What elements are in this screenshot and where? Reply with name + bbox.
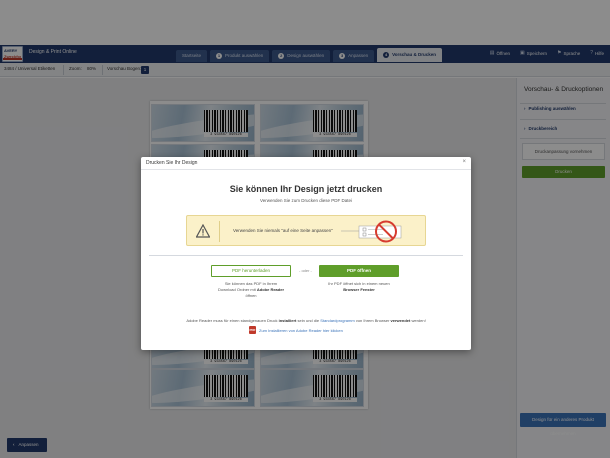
dialog-title: Drucken Sie Ihr Design [146,160,198,166]
open-desc-bold: Browser Fenster [343,287,375,292]
adobe-reader-note: Adobe Reader muss für einen standgenauen… [141,318,471,323]
no-fit-to-page-icon [341,220,402,243]
app-window: AVERY Zweckform Design & Print Online St… [0,0,610,458]
note-text: sein und die [297,318,320,323]
dialog-divider [149,255,463,256]
download-desc-line: Sie können das PDF in Ihrem [224,281,278,286]
open-desc-line: Ihr PDF öffnet sich in einem neuen [328,281,390,286]
note-bold: verwendet [390,318,411,323]
download-desc-line: Download Ordner mit [217,287,256,292]
install-link-label: Zum Installieren von Adobe Reader hier k… [259,327,343,333]
download-desc-line: öffnen [245,293,257,298]
dialog-subheading: Verwenden Sie zum Drucken diese PDF Date… [259,198,353,203]
note-text: werden! [411,318,426,323]
dialog-header: Drucken Sie Ihr Design × [141,157,471,170]
download-desc-bold: Adobe Reader [256,287,285,292]
note-text: Adobe Reader muss für einen standgenauen… [186,318,278,323]
warning-text: Verwenden Sie niemals "auf eine Seite an… [233,228,333,233]
pdf-icon: PDF [249,326,256,334]
print-dialog: Drucken Sie Ihr Design × Sie können Ihr … [141,157,471,350]
default-program-link[interactable]: Standardprogramm [320,318,354,323]
install-adobe-reader-link[interactable]: PDF Zum Installieren von Adobe Reader hi… [249,326,343,334]
open-description: Ihr PDF öffnet sich in einem neuen Brows… [319,281,399,293]
warning-icon [196,224,210,238]
download-pdf-button[interactable]: PDF herunterladen [211,265,291,277]
note-bold: installiert [278,318,297,323]
or-separator: - oder - [299,268,312,273]
close-icon[interactable]: × [462,159,466,165]
note-text: von Ihrem Browser [355,318,390,323]
warning-divider [219,221,220,242]
download-description: Sie können das PDF in Ihrem Download Ord… [211,281,291,299]
open-pdf-button[interactable]: PDF öffnen [319,265,399,277]
warning-box: Verwenden Sie niemals "auf eine Seite an… [186,215,426,246]
dialog-heading: Sie können Ihr Design jetzt drucken [229,184,383,194]
